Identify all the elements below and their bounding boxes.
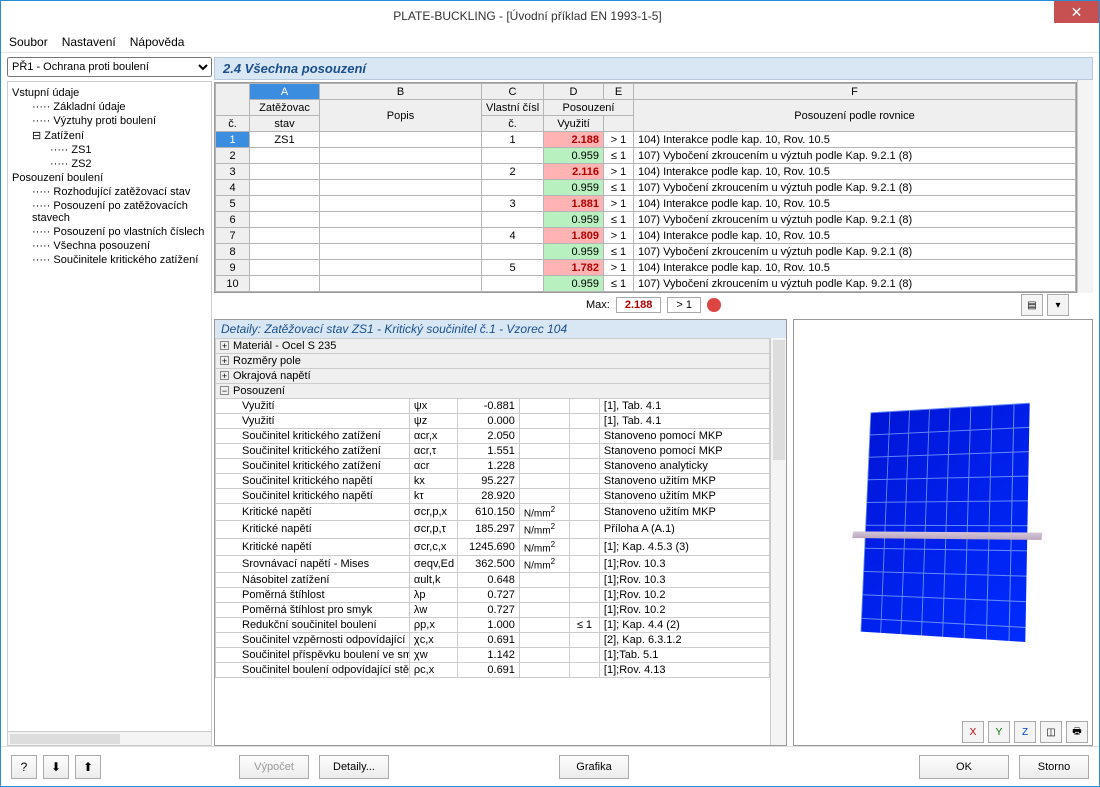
view-iso-icon[interactable]: ◫: [1040, 721, 1062, 743]
tree-scrollbar[interactable]: [7, 732, 212, 746]
case-selector[interactable]: PŘ1 - Ochrana proti boulení: [7, 57, 212, 77]
max-row: Max: 2.188 > 1 ▤ ▾: [214, 293, 1093, 317]
tree-item[interactable]: ····· Posouzení po zatěžovacích stavech: [10, 199, 209, 225]
app-window: PLATE-BUCKLING - [Úvodní příklad EN 1993…: [0, 0, 1100, 787]
table-row[interactable]: 322.116> 1104) Interakce podle kap. 10, …: [216, 164, 1076, 180]
table-row[interactable]: 741.809> 1104) Interakce podle kap. 10, …: [216, 228, 1076, 244]
detail-row[interactable]: Využitíψx-0.881[1], Tab. 4.1: [216, 399, 770, 414]
detail-group[interactable]: +Okrajová napětí: [216, 369, 770, 384]
grid-scrollbar[interactable]: [1077, 80, 1093, 293]
detail-row[interactable]: Součinitel kritického napětíkτ28.920Stan…: [216, 489, 770, 504]
detail-row[interactable]: Kritické napětíσcr,c,x1245.690N/mm2[1]; …: [216, 538, 770, 555]
detail-row[interactable]: Využitíψz0.000[1], Tab. 4.1: [216, 414, 770, 429]
calc-button[interactable]: Výpočet: [239, 755, 309, 779]
nav-tree[interactable]: Vstupní údaje····· Základní údaje····· V…: [7, 81, 212, 732]
tree-item[interactable]: Vstupní údaje: [10, 86, 209, 100]
detail-row[interactable]: Součinitel boulení odpovídající stěněρc,…: [216, 663, 770, 678]
fail-icon: [707, 298, 721, 312]
detail-group[interactable]: −Posouzení: [216, 384, 770, 399]
detail-row[interactable]: Součinitel kritického zatíženíαcr1.228St…: [216, 459, 770, 474]
details-scrollbar[interactable]: [770, 338, 786, 745]
table-row[interactable]: 531.881> 1104) Interakce podle kap. 10, …: [216, 196, 1076, 212]
tree-item[interactable]: ····· Rozhodující zatěžovací stav: [10, 185, 209, 199]
results-grid[interactable]: A B C D E F Zatěžovac Popis Vlastní čísl…: [214, 82, 1077, 293]
menu-nastaveni[interactable]: Nastavení: [62, 35, 116, 49]
export-icon[interactable]: ⬆: [75, 755, 101, 779]
section-title: 2.4 Všechna posouzení: [214, 57, 1093, 80]
filter-button-1[interactable]: ▤: [1021, 294, 1043, 316]
tree-item[interactable]: ⊟ Zatížení: [10, 128, 209, 143]
col-C[interactable]: C: [482, 84, 544, 100]
view-y-icon[interactable]: Y: [988, 721, 1010, 743]
tree-item[interactable]: ····· Součinitele kritického zatížení: [10, 253, 209, 267]
detail-row[interactable]: Kritické napětíσcr,p,τ185.297N/mm2Příloh…: [216, 521, 770, 538]
detail-group[interactable]: +Materiál - Ocel S 235: [216, 339, 770, 354]
footer: ? ⬇ ⬆ Výpočet Detaily... Grafika OK Stor…: [1, 746, 1099, 786]
details-title: Detaily: Zatěžovací stav ZS1 - Kritický …: [215, 320, 786, 338]
max-value: 2.188: [616, 297, 662, 313]
col-E[interactable]: E: [604, 84, 634, 100]
tree-item[interactable]: Posouzení boulení: [10, 171, 209, 185]
detail-row[interactable]: Součinitel kritického zatíženíαcr,x2.050…: [216, 429, 770, 444]
table-row[interactable]: 951.782> 1104) Interakce podle kap. 10, …: [216, 260, 1076, 276]
window-title: PLATE-BUCKLING - [Úvodní příklad EN 1993…: [1, 9, 1054, 23]
content: PŘ1 - Ochrana proti boulení Vstupní údaj…: [1, 53, 1099, 746]
lower-panel: Detaily: Zatěžovací stav ZS1 - Kritický …: [214, 319, 1093, 746]
detail-row[interactable]: Poměrná štíhlost pro smykλw0.727[1];Rov.…: [216, 603, 770, 618]
cancel-button[interactable]: Storno: [1019, 755, 1089, 779]
detail-row[interactable]: Srovnávací napětí - Misesσeqv,Ed362.500N…: [216, 555, 770, 572]
col-B[interactable]: B: [320, 84, 482, 100]
tree-item[interactable]: ····· Posouzení po vlastních číslech: [10, 225, 209, 239]
menu-soubor[interactable]: Soubor: [9, 35, 48, 49]
graphics-button[interactable]: Grafika: [559, 755, 629, 779]
table-row[interactable]: 40.959≤ 1107) Vybočení zkroucením u výzt…: [216, 180, 1076, 196]
detail-row[interactable]: Součinitel vzpěrnosti odpovídající prutu…: [216, 633, 770, 648]
details-panel: Detaily: Zatěžovací stav ZS1 - Kritický …: [214, 319, 787, 746]
detail-group[interactable]: +Rozměry pole: [216, 354, 770, 369]
col-F[interactable]: F: [634, 84, 1076, 100]
table-row[interactable]: 80.959≤ 1107) Vybočení zkroucením u výzt…: [216, 244, 1076, 260]
tree-item[interactable]: ····· ZS2: [10, 157, 209, 171]
tree-item[interactable]: ····· Výztuhy proti boulení: [10, 114, 209, 128]
preview-toolbar: X Y Z ◫ 🖶: [794, 719, 1092, 745]
view-print-icon[interactable]: 🖶: [1066, 721, 1088, 743]
detail-row[interactable]: Součinitel kritického napětíkx95.227Stan…: [216, 474, 770, 489]
details-button[interactable]: Detaily...: [319, 755, 389, 779]
menubar: Soubor Nastavení Nápověda: [1, 31, 1099, 53]
view-x-icon[interactable]: X: [962, 721, 984, 743]
main-panel: 2.4 Všechna posouzení A B C D E: [214, 57, 1093, 746]
col-A[interactable]: A: [250, 84, 320, 100]
detail-row[interactable]: Násobitel zatíženíαult,k0.648[1];Rov. 10…: [216, 573, 770, 588]
table-row[interactable]: 60.959≤ 1107) Vybočení zkroucením u výzt…: [216, 212, 1076, 228]
table-row[interactable]: 1ZS112.188> 1104) Interakce podle kap. 1…: [216, 132, 1076, 148]
tree-item[interactable]: ····· Všechna posouzení: [10, 239, 209, 253]
help-icon[interactable]: ?: [11, 755, 37, 779]
preview-3d[interactable]: [794, 320, 1092, 719]
titlebar: PLATE-BUCKLING - [Úvodní příklad EN 1993…: [1, 1, 1099, 31]
max-cmp: > 1: [667, 297, 701, 313]
col-D[interactable]: D: [544, 84, 604, 100]
detail-row[interactable]: Kritické napětíσcr,p,x610.150N/mm2Stanov…: [216, 504, 770, 521]
table-row[interactable]: 20.959≤ 1107) Vybočení zkroucením u výzt…: [216, 148, 1076, 164]
table-row[interactable]: 100.959≤ 1107) Vybočení zkroucením u výz…: [216, 276, 1076, 292]
filter-button-2[interactable]: ▾: [1047, 294, 1069, 316]
preview-panel: X Y Z ◫ 🖶: [793, 319, 1093, 746]
detail-row[interactable]: Poměrná štíhlostλp0.727[1];Rov. 10.2: [216, 588, 770, 603]
tree-item[interactable]: ····· Základní údaje: [10, 100, 209, 114]
menu-napoveda[interactable]: Nápověda: [130, 35, 185, 49]
sidebar: PŘ1 - Ochrana proti boulení Vstupní údaj…: [7, 57, 212, 746]
detail-row[interactable]: Součinitel kritického zatíženíαcr,τ1.551…: [216, 444, 770, 459]
detail-row[interactable]: Redukční součinitel bouleníρp,x1.000≤ 1[…: [216, 618, 770, 633]
view-z-icon[interactable]: Z: [1014, 721, 1036, 743]
ok-button[interactable]: OK: [919, 755, 1009, 779]
close-button[interactable]: ✕: [1054, 1, 1099, 23]
import-icon[interactable]: ⬇: [43, 755, 69, 779]
tree-item[interactable]: ····· ZS1: [10, 143, 209, 157]
detail-row[interactable]: Součinitel příspěvku boulení ve smykuχw1…: [216, 648, 770, 663]
